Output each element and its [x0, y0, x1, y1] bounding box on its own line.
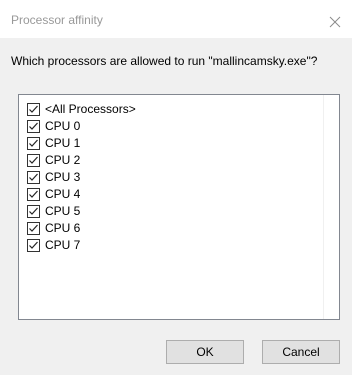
dialog-body: Which processors are allowed to run "mal… [0, 38, 352, 375]
list-item-cpu-0[interactable]: CPU 0 [27, 118, 80, 134]
checkbox[interactable] [27, 221, 40, 235]
title-bar[interactable]: Processor affinity [0, 0, 352, 38]
list-item-label: CPU 2 [45, 153, 81, 167]
list-item-cpu-4[interactable]: CPU 4 [27, 186, 80, 202]
list-item-label: CPU 5 [45, 204, 81, 218]
processor-list[interactable]: <All Processors> CPU 0 CPU 1 CPU 2 CPU 3… [18, 94, 340, 320]
checkbox[interactable] [27, 204, 40, 218]
processor-affinity-dialog: Processor affinity Which processors are … [0, 0, 352, 375]
list-item-cpu-7[interactable]: CPU 7 [27, 237, 80, 253]
list-item-label: CPU 6 [45, 221, 81, 235]
ok-button[interactable]: OK [166, 340, 244, 364]
list-item-cpu-5[interactable]: CPU 5 [27, 203, 80, 219]
list-divider [323, 95, 324, 319]
list-item-label: CPU 3 [45, 170, 81, 184]
checkbox[interactable] [27, 153, 40, 167]
prompt-text: Which processors are allowed to run "mal… [11, 54, 318, 68]
checkbox[interactable] [27, 238, 40, 252]
checkbox[interactable] [27, 136, 40, 150]
list-item-label: <All Processors> [45, 102, 136, 116]
list-item-cpu-3[interactable]: CPU 3 [27, 169, 80, 185]
list-item-cpu-6[interactable]: CPU 6 [27, 220, 80, 236]
list-item-cpu-2[interactable]: CPU 2 [27, 152, 80, 168]
checkbox[interactable] [27, 102, 40, 116]
checkbox[interactable] [27, 170, 40, 184]
list-item-cpu-1[interactable]: CPU 1 [27, 135, 80, 151]
checkbox[interactable] [27, 119, 40, 133]
checkbox[interactable] [27, 187, 40, 201]
list-item-all-processors[interactable]: <All Processors> [27, 101, 136, 117]
window-title: Processor affinity [11, 13, 103, 27]
cancel-button[interactable]: Cancel [262, 340, 340, 364]
list-item-label: CPU 7 [45, 238, 81, 252]
close-icon[interactable] [329, 15, 341, 28]
list-item-label: CPU 4 [45, 187, 81, 201]
list-item-label: CPU 0 [45, 119, 81, 133]
list-item-label: CPU 1 [45, 136, 81, 150]
